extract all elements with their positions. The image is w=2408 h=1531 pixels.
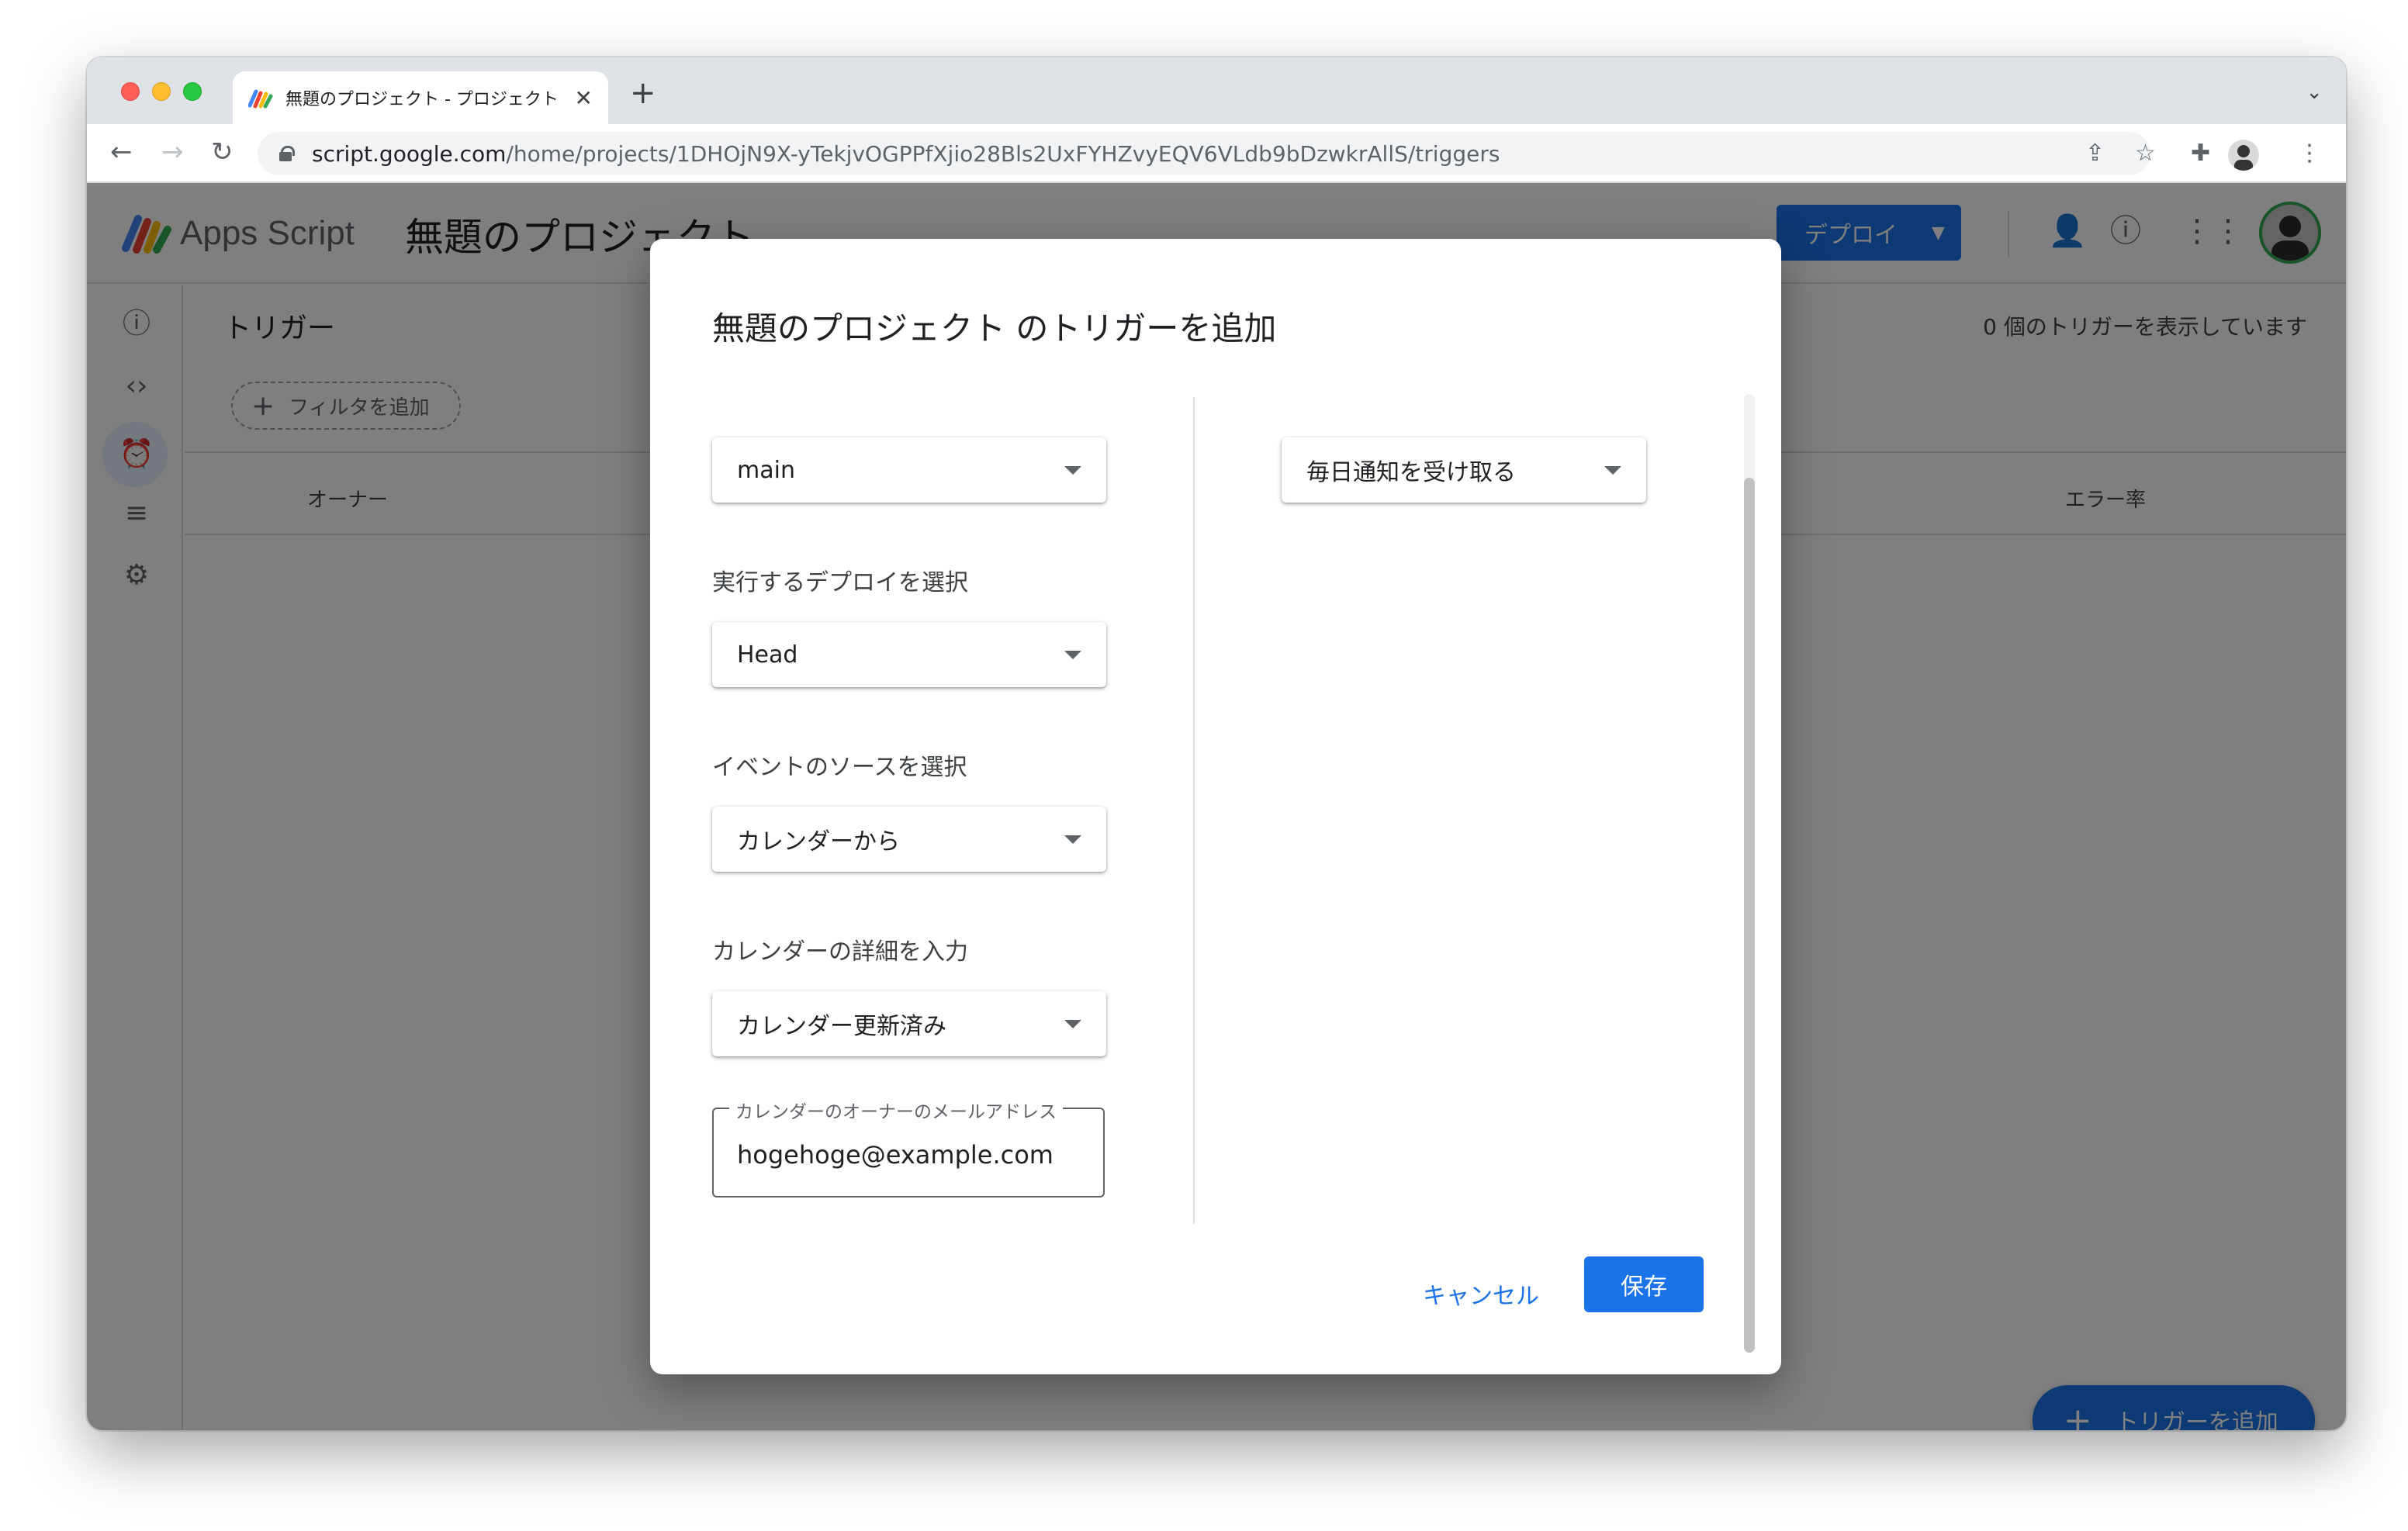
bookmark-star-icon[interactable]: ☆ bbox=[2135, 141, 2156, 166]
dialog-scrollbar-thumb[interactable] bbox=[1744, 478, 1755, 1353]
event-source-select[interactable]: カレンダーから bbox=[712, 807, 1106, 872]
reload-icon[interactable]: ↻ bbox=[211, 138, 234, 166]
dialog-title: 無題のプロジェクト のトリガーを追加 bbox=[712, 309, 1277, 347]
add-trigger-dialog: 無題のプロジェクト のトリガーを追加 main 実行するデプロイを選択 Head… bbox=[650, 239, 1781, 1374]
dropdown-arrow-icon bbox=[1064, 835, 1081, 844]
dropdown-arrow-icon bbox=[1064, 1019, 1081, 1028]
extensions-puzzle-icon[interactable]: ✚ bbox=[2191, 141, 2210, 166]
dropdown-arrow-icon bbox=[1064, 465, 1081, 475]
save-button[interactable]: 保存 bbox=[1584, 1256, 1704, 1312]
deployment-select-value: Head bbox=[737, 641, 798, 669]
tab-search-chevron-icon[interactable]: ⌄ bbox=[2306, 81, 2323, 104]
url-text: script.google.com/home/projects/1DHOjN9X… bbox=[312, 140, 1500, 167]
owner-email-label: カレンダーのオーナーのメールアドレス bbox=[729, 1097, 1063, 1123]
calendar-detail-label: カレンダーの詳細を入力 bbox=[712, 938, 968, 966]
tab-close-icon[interactable]: ✕ bbox=[575, 85, 593, 111]
function-select[interactable]: main bbox=[712, 437, 1106, 503]
deploy-select-label: 実行するデプロイを選択 bbox=[712, 569, 968, 596]
forward-arrow-icon[interactable]: → bbox=[161, 138, 184, 166]
lock-icon bbox=[279, 146, 295, 161]
cancel-button[interactable]: キャンセル bbox=[1413, 1269, 1548, 1318]
address-bar[interactable]: script.google.com/home/projects/1DHOjN9X… bbox=[258, 132, 2150, 175]
calendar-detail-select[interactable]: カレンダー更新済み bbox=[712, 991, 1106, 1056]
owner-email-value: hogehoge@example.com bbox=[737, 1140, 1054, 1170]
minimize-window-button[interactable] bbox=[152, 82, 171, 101]
apps-script-favicon-icon bbox=[248, 89, 273, 109]
dialog-column-divider bbox=[1193, 397, 1195, 1224]
browser-toolbar: ← → ↻ script.google.com/home/projects/1D… bbox=[87, 124, 2346, 183]
back-arrow-icon[interactable]: ← bbox=[110, 138, 133, 166]
notify-frequency-value: 毎日通知を受け取る bbox=[1306, 459, 1516, 486]
event-source-label: イベントのソースを選択 bbox=[712, 754, 967, 781]
close-window-button[interactable] bbox=[121, 82, 140, 101]
browser-tab-active[interactable]: 無題のプロジェクト - プロジェクト ✕ bbox=[233, 71, 608, 124]
dropdown-arrow-icon bbox=[1604, 465, 1621, 475]
deployment-select[interactable]: Head bbox=[712, 622, 1106, 687]
maximize-window-button[interactable] bbox=[183, 82, 202, 101]
share-icon[interactable]: ⇪ bbox=[2085, 141, 2105, 166]
browser-menu-kebab-icon[interactable]: ⋮ bbox=[2298, 141, 2321, 166]
browser-profile-avatar[interactable] bbox=[2228, 140, 2259, 171]
dialog-scrollbar[interactable] bbox=[1744, 394, 1755, 1353]
owner-email-field[interactable]: カレンダーのオーナーのメールアドレス hogehoge@example.com bbox=[712, 1097, 1105, 1197]
tab-title: 無題のプロジェクト - プロジェクト bbox=[285, 90, 559, 109]
function-select-value: main bbox=[737, 456, 795, 484]
dropdown-arrow-icon bbox=[1064, 650, 1081, 659]
tab-strip: 無題のプロジェクト - プロジェクト ✕ + ⌄ bbox=[87, 57, 2346, 124]
new-tab-button[interactable]: + bbox=[630, 78, 656, 109]
notify-frequency-select[interactable]: 毎日通知を受け取る bbox=[1282, 437, 1646, 503]
event-source-select-value: カレンダーから bbox=[737, 828, 900, 855]
calendar-detail-select-value: カレンダー更新済み bbox=[737, 1013, 946, 1040]
